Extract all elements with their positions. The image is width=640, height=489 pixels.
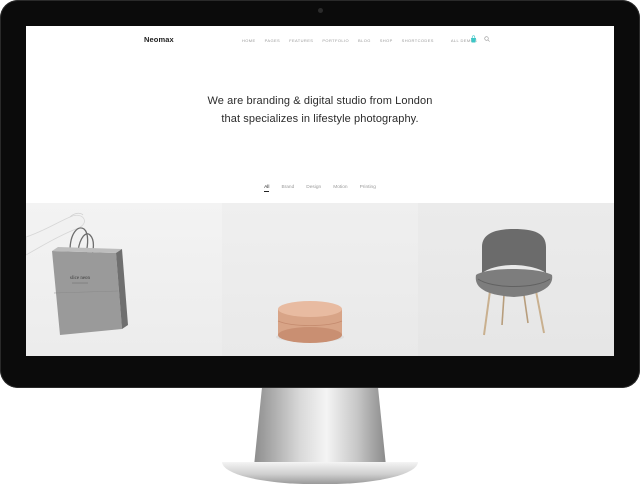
filter-all[interactable]: All <box>264 185 270 192</box>
filter-motion[interactable]: Motion <box>333 185 347 192</box>
filter-design[interactable]: Design <box>306 185 321 192</box>
monitor-stand-neck <box>254 388 386 466</box>
monitor-frame: Neomax HOME PAGES FEATURES PORTFOLIO BLO… <box>0 0 640 388</box>
filter-printing[interactable]: Printing <box>360 185 376 192</box>
website-screen: Neomax HOME PAGES FEATURES PORTFOLIO BLO… <box>26 26 614 356</box>
nav-pages[interactable]: PAGES <box>265 38 281 43</box>
webcam <box>318 8 323 13</box>
hero-line-1: We are branding & digital studio from Lo… <box>207 95 433 107</box>
site-header: Neomax HOME PAGES FEATURES PORTFOLIO BLO… <box>26 26 614 52</box>
nav-features[interactable]: FEATURES <box>289 38 313 43</box>
bag-brand-text: slice neon <box>70 276 91 281</box>
cart-icon[interactable] <box>470 35 477 43</box>
site-logo[interactable]: Neomax <box>144 35 174 44</box>
main-menu: HOME PAGES FEATURES PORTFOLIO BLOG SHOP … <box>242 38 477 43</box>
portfolio-grid: slice neon <box>26 203 614 356</box>
nav-shortcodes[interactable]: SHORTCODES <box>402 38 434 43</box>
chair-image <box>475 229 553 336</box>
filter-brand[interactable]: Brand <box>281 185 294 192</box>
portfolio-item-chair[interactable] <box>418 203 614 356</box>
nav-shop[interactable]: SHOP <box>380 38 393 43</box>
nav-blog[interactable]: BLOG <box>358 38 371 43</box>
nav-portfolio[interactable]: PORTFOLIO <box>322 38 349 43</box>
shopping-bag-image: slice neon <box>26 212 128 335</box>
monitor-stand-base <box>222 462 418 484</box>
nav-home[interactable]: HOME <box>242 38 256 43</box>
portfolio-item-box[interactable] <box>222 203 418 356</box>
portfolio-item-bag[interactable]: slice neon <box>26 203 222 356</box>
wooden-box-image <box>276 301 344 343</box>
portfolio-filters: All Brand Design Motion Printing <box>26 185 614 192</box>
search-icon[interactable] <box>484 36 490 42</box>
hero-headline: We are branding & digital studio from Lo… <box>26 92 614 128</box>
hero-line-2: that specializes in lifestyle photograph… <box>221 113 419 125</box>
